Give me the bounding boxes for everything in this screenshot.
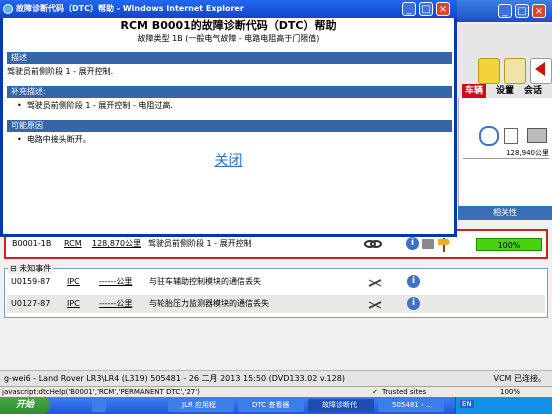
page-title: RCM B0001的故障诊断代码（DTC）帮助 [120, 19, 337, 32]
info-icon[interactable]: i [407, 275, 420, 288]
close-link[interactable]: 关闭 [3, 150, 454, 170]
section-description-text: 驾驶员前侧阶段 1 - 展开控制. [7, 67, 114, 76]
info-icon[interactable]: i [407, 297, 420, 310]
app-toolbar [458, 24, 552, 84]
window-title: 故障诊断代码（DTC）帮助 - Windows Internet Explore… [16, 4, 244, 13]
event-description: 与驻车辅助控制模块的通信丢失 [149, 277, 261, 286]
section-supplement-item: • 驾驶员前侧阶段 1 - 展开控制 - 电阻过高. [17, 101, 173, 110]
event-description: 与轮胎压力监测器模块的通信丢失 [149, 299, 269, 308]
exit-icon[interactable] [530, 58, 552, 84]
dtc-help-window: 故障诊断代码（DTC）帮助 - Windows Internet Explore… [0, 0, 457, 237]
event-module[interactable]: IPC [67, 273, 80, 291]
event-code: U0159-87 [11, 277, 51, 286]
vcm-status: VCM 已连接。 [493, 374, 546, 383]
signpost-icon[interactable] [438, 236, 450, 252]
app-status-bar: g-wei6 - Land Rover LR3\LR4 (L319) 50548… [0, 370, 552, 387]
unknown-events-group: U0159-87 IPC ------公里 与驻车辅助控制模块的通信丢失 i U… [4, 268, 548, 318]
link-icon[interactable] [367, 299, 383, 309]
info-icon[interactable]: i [406, 237, 419, 250]
key-icon[interactable] [504, 58, 526, 84]
table-row[interactable]: U0159-87 IPC ------公里 与驻车辅助控制模块的通信丢失 i [7, 273, 545, 291]
event-mileage[interactable]: ------公里 [99, 273, 132, 291]
event-code: U0127-87 [11, 299, 51, 308]
close-icon[interactable]: × [436, 2, 450, 16]
section-supplement-header: 补充描述: [7, 86, 452, 98]
nav-settings[interactable]: 设置 [496, 84, 514, 98]
collapse-icon[interactable]: ⊟ [10, 264, 17, 273]
main-nav: 车辆 设置 会话 [458, 84, 552, 98]
clock-icon[interactable] [479, 126, 499, 146]
task-dtc-help[interactable]: 故障诊断代 [308, 399, 374, 412]
minimize-icon[interactable]: _ [498, 4, 512, 18]
help-icon[interactable] [478, 58, 500, 84]
help-content: RCM B0001的故障诊断代码（DTC）帮助 故障类型 1B (一般电气故障 … [3, 18, 454, 234]
nav-vehicle[interactable]: 车辆 [462, 84, 487, 98]
quick-launch-icon[interactable] [92, 399, 106, 412]
ie-logo-icon [3, 4, 13, 14]
mileage-label: 128,940公里 [463, 148, 549, 159]
section-description-header: 描述 [7, 52, 452, 64]
fault-type: 故障类型 1B (一般电气故障 - 电路电阻高于门限值) [137, 34, 320, 43]
start-button[interactable]: 开始 [0, 397, 50, 414]
printer-icon[interactable] [527, 128, 547, 143]
nav-session[interactable]: 会话 [524, 84, 542, 98]
system-tray: EN [455, 397, 552, 414]
language-indicator[interactable]: EN [460, 400, 474, 408]
link-icon[interactable] [367, 277, 383, 287]
task-jlr[interactable]: JLR 应用程 [168, 399, 234, 412]
event-mileage[interactable]: ------公里 [99, 295, 132, 313]
progress-indicator: 100% [476, 238, 542, 251]
related-column-header[interactable]: 相关性 [458, 206, 552, 220]
minimize-icon[interactable]: _ [402, 2, 416, 16]
task-dtc-viewer[interactable]: DTC 查看器 [238, 399, 304, 412]
session-info: g-wei6 - Land Rover LR3\LR4 (L319) 50548… [4, 374, 345, 383]
event-module[interactable]: IPC [67, 295, 80, 313]
section-causes-item: • 电路中接头断开。 [17, 135, 91, 144]
table-row[interactable]: U0127-87 IPC ------公里 与轮胎压力监测器模块的通信丢失 i [7, 295, 545, 313]
side-panel: 128,940公里 [458, 98, 552, 206]
taskbar: 开始 JLR 应用程 DTC 查看器 故障诊断代 505481 - ... EN [0, 397, 552, 414]
folder-icon[interactable] [422, 239, 434, 249]
maximize-icon[interactable]: □ [515, 4, 529, 18]
section-causes-header: 可能原因 [7, 120, 452, 132]
close-icon[interactable]: × [532, 4, 546, 18]
window-titlebar[interactable]: 故障诊断代码（DTC）帮助 - Windows Internet Explore… [0, 0, 457, 18]
maximize-icon[interactable]: □ [419, 2, 433, 16]
task-505481[interactable]: 505481 - ... [378, 399, 444, 412]
unknown-events-label[interactable]: ⊟ 未知事件 [8, 263, 54, 274]
app-titlebar: _ □ × [455, 0, 552, 22]
link-icon[interactable] [364, 239, 382, 249]
document-icon[interactable] [504, 128, 518, 144]
